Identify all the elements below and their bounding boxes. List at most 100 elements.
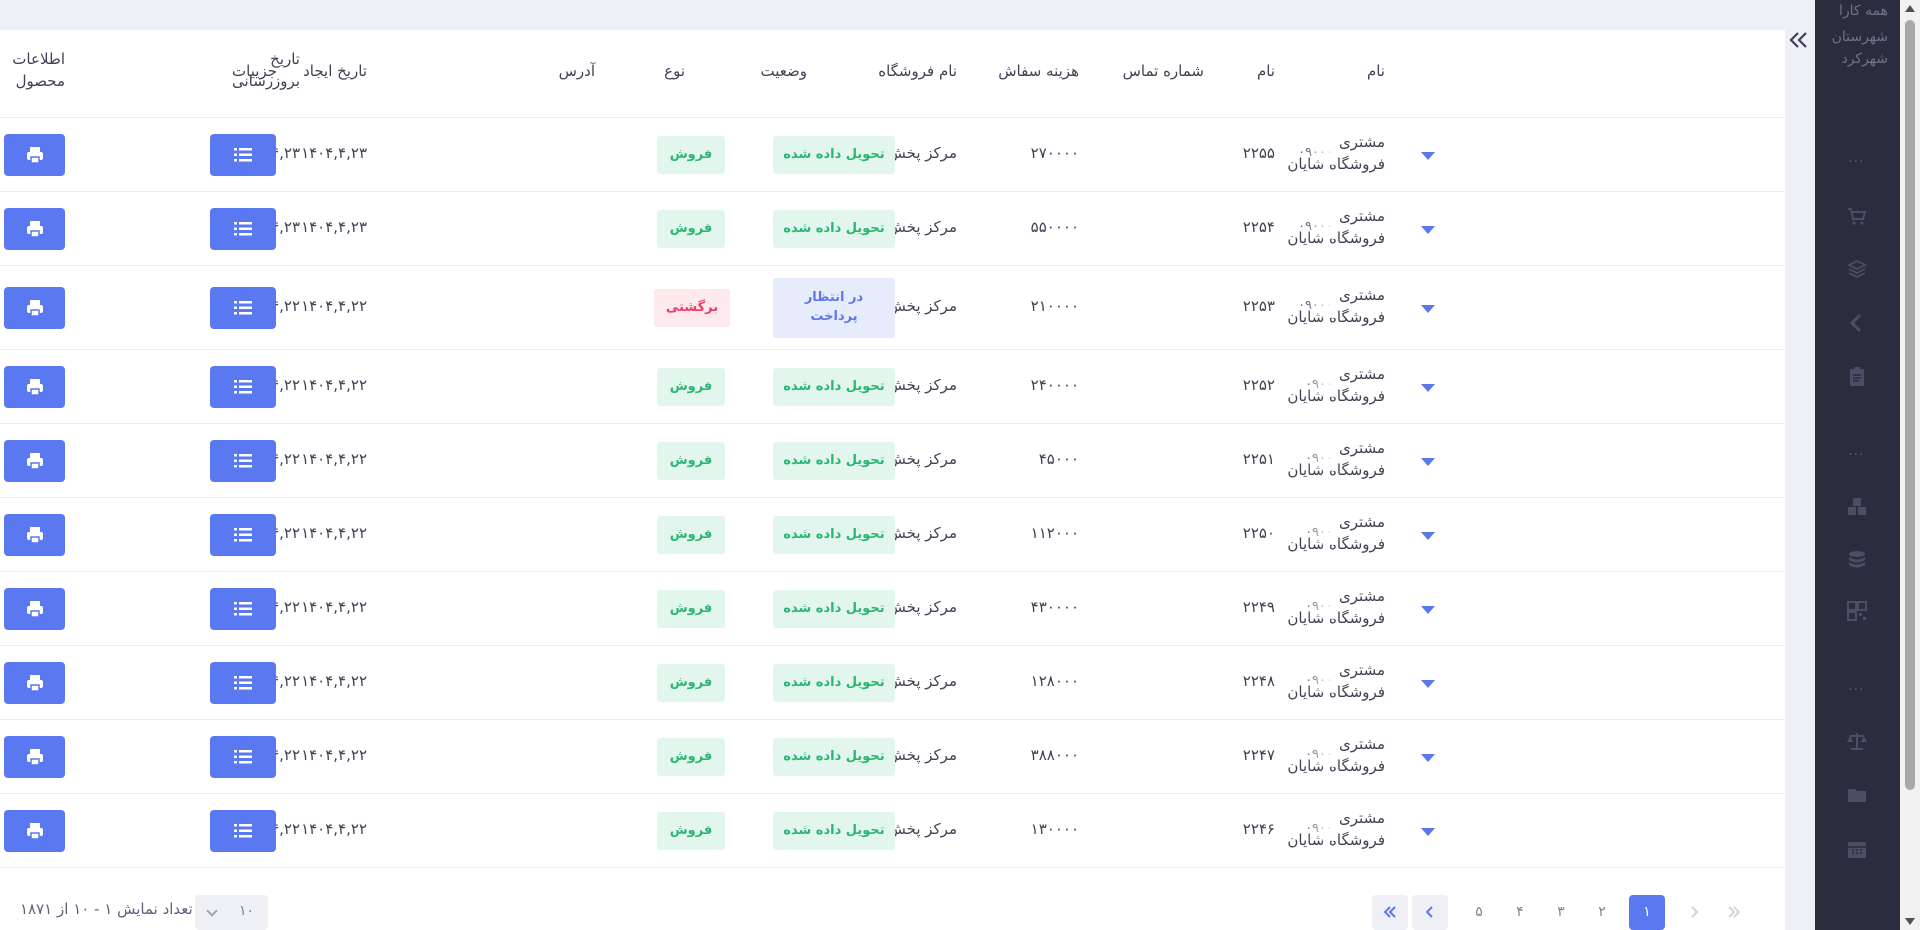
expand-row-icon[interactable] — [1421, 226, 1435, 234]
table-row[interactable]: مشتری فروشگاه شایان ۲۲۵۴ ۰۹۰۰۰ ۵۵۰۰۰۰ مر… — [0, 192, 1785, 266]
clipboard-icon[interactable] — [1846, 366, 1868, 388]
expand-row-icon[interactable] — [1421, 458, 1435, 466]
page-2[interactable]: ۲ — [1584, 895, 1620, 930]
status-badge: تحویل داده شده — [773, 368, 895, 406]
boxes-icon[interactable] — [1846, 495, 1868, 517]
next-page-button[interactable] — [1412, 895, 1448, 930]
details-button[interactable] — [210, 134, 276, 176]
details-button[interactable] — [210, 287, 276, 329]
layers-icon[interactable] — [1846, 258, 1868, 280]
print-button[interactable] — [4, 736, 65, 778]
chevron-left-icon — [1425, 906, 1433, 918]
col-cost[interactable]: هزینه سفاش — [998, 60, 1079, 82]
expand-row-icon[interactable] — [1421, 532, 1435, 540]
created-date: ۱۴۰۴,۴,۲۲ — [301, 524, 367, 542]
chevron-down-icon — [206, 905, 218, 917]
details-button[interactable] — [210, 440, 276, 482]
print-button[interactable] — [4, 440, 65, 482]
type-badge: فروش — [657, 590, 725, 628]
double-chevron-left-icon — [1789, 32, 1807, 48]
cart-icon[interactable] — [1846, 205, 1868, 227]
qrcode-icon[interactable] — [1846, 600, 1868, 622]
phone-fade — [1307, 525, 1337, 545]
order-cost: ۱۱۲۰۰۰ — [1030, 524, 1079, 542]
order-id: ۲۲۵۲ — [1242, 376, 1275, 394]
sidebar-separator-dots: ... — [1848, 150, 1865, 166]
order-cost: ۱۲۸۰۰۰ — [1030, 672, 1079, 690]
scrollbar[interactable] — [1900, 0, 1920, 930]
phone-fade — [1307, 377, 1337, 397]
type-badge: فروش — [657, 812, 725, 850]
print-button[interactable] — [4, 366, 65, 408]
calendar-icon[interactable] — [1846, 838, 1868, 860]
col-phone[interactable]: شماره تماس — [1123, 60, 1204, 82]
table-row[interactable]: مشتری فروشگاه شایان ۲۲۵۰ ۰۹۰۰ ۱۱۲۰۰۰ مرک… — [0, 498, 1785, 572]
status-line2: پرداخت — [810, 309, 858, 324]
details-button[interactable] — [210, 588, 276, 630]
first-page-button[interactable] — [1716, 895, 1752, 930]
scroll-down-arrow[interactable] — [1905, 918, 1915, 925]
print-button[interactable] — [4, 662, 65, 704]
print-button[interactable] — [4, 208, 65, 250]
table-row[interactable]: مشتری فروشگاه شایان ۲۲۵۳ ۰۹۰۰۰ ۲۱۰۰۰۰ مر… — [0, 266, 1785, 350]
col-address[interactable]: آدرس — [559, 60, 595, 82]
col-name[interactable]: نام — [1367, 60, 1385, 82]
scroll-up-arrow[interactable] — [1905, 5, 1915, 12]
table-row[interactable]: مشتری فروشگاه شایان ۲۲۴۹ ۰۹۰۰ ۴۳۰۰۰۰ مرک… — [0, 572, 1785, 646]
print-button[interactable] — [4, 287, 65, 329]
list-icon — [234, 380, 252, 394]
order-id: ۲۲۴۸ — [1242, 672, 1275, 690]
expand-row-icon[interactable] — [1421, 305, 1435, 313]
list-icon — [234, 301, 252, 315]
folder-icon[interactable] — [1846, 784, 1868, 806]
page-5[interactable]: ۵ — [1461, 895, 1497, 930]
status-badge: تحویل داده شده — [773, 516, 895, 554]
print-button[interactable] — [4, 514, 65, 556]
table-row[interactable]: مشتری فروشگاه شایان ۲۲۵۵ ۰۹۰۰۰ ۲۷۰۰۰۰ مر… — [0, 118, 1785, 192]
expand-row-icon[interactable] — [1421, 680, 1435, 688]
table-row[interactable]: مشتری فروشگاه شایان ۲۲۴۶ ۰۹۰۰ ۱۳۰۰۰۰ مرک… — [0, 794, 1785, 868]
details-button[interactable] — [210, 514, 276, 556]
chevron-left-icon[interactable] — [1846, 312, 1868, 334]
col-details[interactable]: جزییات — [232, 60, 277, 82]
page-1[interactable]: ۱ — [1629, 895, 1665, 930]
print-icon — [26, 300, 43, 317]
col-status[interactable]: وضعیت — [761, 60, 807, 82]
page-4[interactable]: ۴ — [1502, 895, 1538, 930]
sidebar-collapse-button[interactable] — [1786, 28, 1812, 54]
expand-row-icon[interactable] — [1421, 754, 1435, 762]
expand-row-icon[interactable] — [1421, 606, 1435, 614]
col-product[interactable]: اطلاعات محصول — [12, 48, 65, 92]
details-button[interactable] — [210, 736, 276, 778]
order-id: ۲۲۴۷ — [1242, 746, 1275, 764]
table-row[interactable]: مشتری فروشگاه شایان ۲۲۴۸ ۰۹۰۰ ۱۲۸۰۰۰ مرک… — [0, 646, 1785, 720]
details-button[interactable] — [210, 208, 276, 250]
print-button[interactable] — [4, 810, 65, 852]
details-button[interactable] — [210, 810, 276, 852]
scale-icon[interactable] — [1846, 730, 1868, 752]
col-id[interactable]: نام — [1257, 60, 1275, 82]
expand-row-icon[interactable] — [1421, 384, 1435, 392]
last-page-button[interactable] — [1372, 895, 1408, 930]
print-button[interactable] — [4, 134, 65, 176]
col-created[interactable]: تاریخ ایجاد — [303, 60, 367, 82]
table-row[interactable]: مشتری فروشگاه شایان ۲۲۵۲ ۰۹۰۰ ۲۴۰۰۰۰ مرک… — [0, 350, 1785, 424]
table-row[interactable]: مشتری فروشگاه شایان ۲۲۴۷ ۰۹۰۰ ۳۸۸۰۰۰ مرک… — [0, 720, 1785, 794]
page-3[interactable]: ۳ — [1543, 895, 1579, 930]
scroll-thumb[interactable] — [1905, 20, 1915, 790]
coins-icon[interactable] — [1846, 548, 1868, 570]
col-store[interactable]: نام فروشگاه — [878, 60, 957, 82]
print-button[interactable] — [4, 588, 65, 630]
list-icon — [234, 528, 252, 542]
expand-row-icon[interactable] — [1421, 828, 1435, 836]
prev-page-button[interactable] — [1676, 895, 1712, 930]
col-type[interactable]: نوع — [664, 60, 685, 82]
print-icon — [26, 147, 43, 164]
sidebar-line-3: شهرکرد — [1841, 51, 1888, 67]
table-row[interactable]: مشتری فروشگاه شایان ۲۲۵۱ ۰۹۰۰ ۴۵۰۰۰ مرکز… — [0, 424, 1785, 498]
expand-row-icon[interactable] — [1421, 152, 1435, 160]
sidebar-separator-dots-2: ... — [1848, 443, 1865, 459]
per-page-select[interactable]: ۱۰ — [195, 895, 268, 930]
details-button[interactable] — [210, 662, 276, 704]
details-button[interactable] — [210, 366, 276, 408]
